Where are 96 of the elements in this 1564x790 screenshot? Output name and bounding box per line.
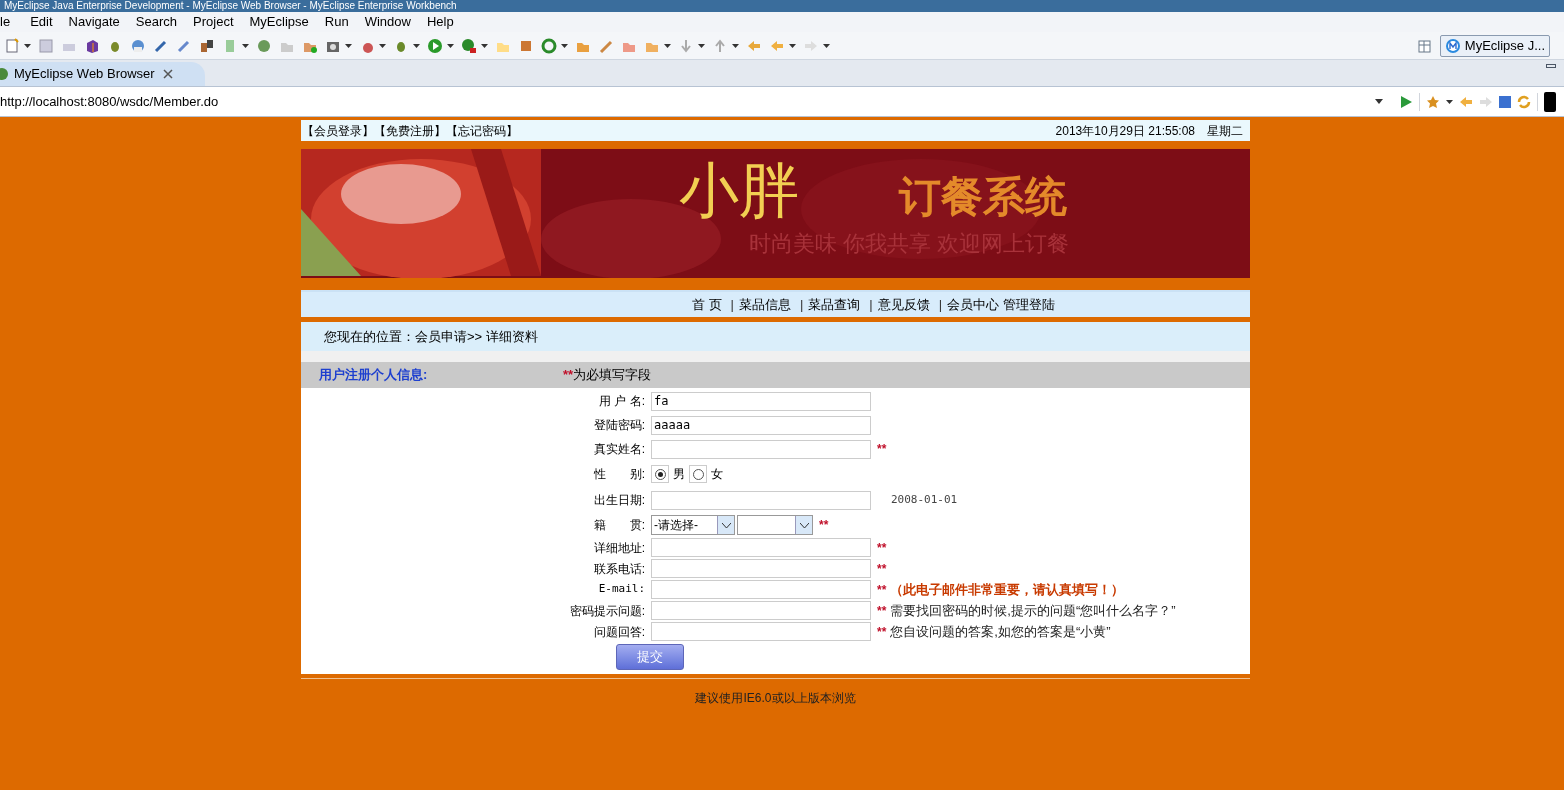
field-label: 问题回答:: [592, 623, 646, 641]
input-field[interactable]: [651, 580, 871, 599]
menu-item[interactable]: Project: [185, 12, 242, 32]
refresh-icon[interactable]: [541, 37, 557, 54]
field-label: 用 户 名:: [598, 393, 646, 410]
date-time: 2013年10月29日 21:55:08: [1055, 122, 1195, 140]
window-title: MyEclipse Java Enterprise Development - MyEclipse Web Browser - MyEclipse Enterprise Workbench: [3, 0, 457, 12]
weekday: 星期二: [1207, 122, 1243, 140]
menu-item[interactable]: Window: [356, 12, 419, 32]
field-label: 联系电话:: [592, 560, 646, 578]
required-mark: **: [877, 539, 887, 557]
required-note: **为必填写字段: [563, 366, 652, 385]
footer-text: 建议使用IE6.0或以上版本浏览: [694, 690, 857, 707]
top-link[interactable]: 【会员登录】: [302, 121, 374, 140]
caret-icon[interactable]: [481, 43, 488, 48]
menu-item[interactable]: Edit: [22, 12, 61, 32]
caret-icon[interactable]: [24, 43, 31, 48]
required-mark: **: [877, 441, 887, 458]
minimize-icon[interactable]: [1546, 64, 1556, 68]
input-field[interactable]: [651, 439, 871, 459]
required-mark: **: [819, 517, 829, 534]
caret-icon[interactable]: [1446, 99, 1453, 104]
required-mark: **: [877, 602, 887, 620]
input-field[interactable]: [651, 559, 871, 578]
caret-icon[interactable]: [413, 43, 420, 48]
go-icon[interactable]: [1399, 94, 1413, 109]
box-icon[interactable]: [84, 37, 100, 54]
back-icon[interactable]: [1459, 94, 1473, 109]
field-label: 详细地址:: [592, 539, 646, 557]
save-icon[interactable]: [38, 37, 54, 54]
menu-item[interactable]: Navigate: [60, 12, 128, 32]
menu-item[interactable]: Help: [418, 12, 462, 32]
run-icon[interactable]: [461, 37, 477, 54]
star-icon[interactable]: [1426, 94, 1440, 109]
stop-icon[interactable]: [1499, 95, 1511, 108]
separator: |: [799, 295, 804, 314]
caret-icon[interactable]: [561, 43, 568, 48]
caret-icon[interactable]: [242, 43, 249, 48]
open-perspective-icon[interactable]: [1416, 37, 1433, 54]
caret-icon[interactable]: [345, 43, 352, 48]
refresh-icon[interactable]: [1517, 94, 1531, 109]
caret-icon[interactable]: [732, 43, 739, 48]
nav-link[interactable]: 菜品查询: [808, 294, 861, 315]
nav-link[interactable]: 管理登陆: [1003, 294, 1056, 315]
field-label: 出生日期:: [592, 492, 646, 509]
field-label: 真实姓名:: [592, 441, 646, 458]
editor-tab[interactable]: MyEclipse Web Browser: [0, 62, 205, 86]
field-label: 性 别:: [592, 466, 646, 483]
banner-subtitle: 订餐系统: [899, 172, 1067, 222]
separator: |: [730, 295, 734, 314]
input-field[interactable]: aaaaa: [651, 415, 871, 435]
field-note: 您自设问题的答案,如您的答案是“小黄”: [890, 622, 1111, 641]
play-icon[interactable]: [427, 37, 443, 54]
caret-icon[interactable]: [447, 43, 454, 48]
separator: |: [938, 295, 943, 314]
caret-icon[interactable]: [664, 43, 671, 48]
field-note: 需要找回密码的时候,提示的问题“您叫什么名字？”: [890, 601, 1176, 620]
nav-link[interactable]: 会员中心: [947, 294, 1000, 315]
input-field[interactable]: [651, 538, 871, 557]
menu-item[interactable]: MyEclipse: [241, 12, 317, 32]
top-link[interactable]: 【忘记密码】: [446, 121, 518, 140]
dropdown[interactable]: -请选择-: [651, 515, 735, 535]
perspective-button[interactable]: MyEclipse J...: [1439, 34, 1550, 57]
caret-icon[interactable]: [823, 43, 830, 48]
required-mark: **: [877, 623, 887, 641]
menu-item[interactable]: Run: [316, 12, 357, 32]
field-label: E-mail:: [597, 581, 646, 598]
m-logo-icon: [1444, 37, 1461, 54]
field-label: 登陆密码:: [592, 417, 646, 434]
breadcrumb: 您现在的位置：会员申请>> 详细资料: [301, 322, 1250, 351]
nav-link[interactable]: 菜品信息: [738, 294, 791, 315]
required-mark: **: [877, 560, 887, 578]
menu-item[interactable]: le: [0, 12, 23, 32]
form-title: 用户注册个人信息:: [318, 366, 429, 385]
required-mark: **: [877, 581, 887, 599]
close-icon[interactable]: [162, 69, 173, 79]
input-field[interactable]: [651, 622, 871, 641]
nav-link[interactable]: 意见反馈: [877, 294, 930, 315]
dropdown-arrow-icon: [1375, 99, 1383, 104]
panel-edge: [1544, 91, 1556, 112]
input-field[interactable]: [651, 490, 871, 510]
caret-icon[interactable]: [789, 43, 796, 48]
menu-item[interactable]: Search: [127, 12, 186, 32]
input-field[interactable]: fa: [651, 391, 871, 411]
field-label: 籍 贯:: [592, 517, 646, 534]
field-note: （此电子邮件非常重要，请认真填写！）: [890, 580, 1125, 599]
dropdown[interactable]: [737, 515, 813, 535]
separator: |: [869, 295, 873, 314]
format-hint: 2008-01-01: [891, 491, 958, 508]
nav-link[interactable]: 首 页: [691, 294, 722, 315]
banner-title: 小胖: [679, 156, 799, 226]
caret-icon[interactable]: [379, 43, 386, 48]
top-link[interactable]: 【免费注册】: [374, 121, 446, 140]
caret-icon[interactable]: [698, 43, 705, 48]
field-label: 密码提示问题:: [568, 602, 646, 620]
input-field[interactable]: [651, 601, 871, 620]
